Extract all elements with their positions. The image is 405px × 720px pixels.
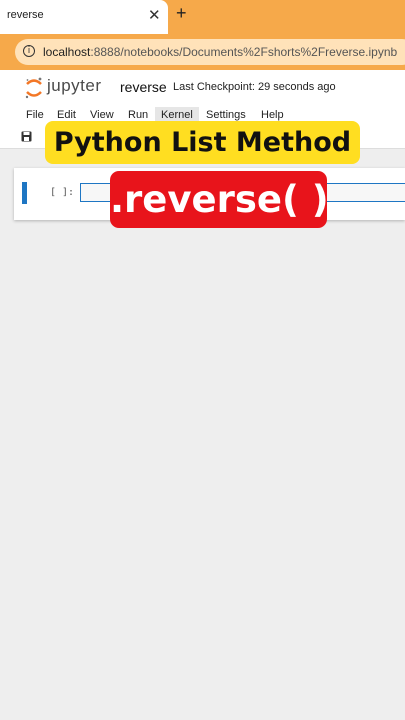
url-path: :8888/notebooks/Documents%2Fshorts%2Frev…: [90, 45, 398, 59]
active-cell-indicator: [22, 182, 27, 204]
cell-prompt: [ ]:: [50, 187, 75, 198]
menu-edit[interactable]: Edit: [57, 109, 76, 121]
notebook-area: [0, 149, 405, 720]
new-tab-button[interactable]: +: [176, 3, 187, 24]
url-host: localhost: [43, 45, 91, 59]
overlay-method: .reverse( ): [110, 171, 327, 228]
browser-tab[interactable]: reverse ✕: [0, 0, 168, 34]
browser-tab-bar: reverse ✕ +: [0, 0, 405, 34]
jupyter-logo-text: jupyter: [47, 76, 102, 95]
menu-view[interactable]: View: [90, 109, 114, 121]
menu-run[interactable]: Run: [128, 109, 148, 121]
notebook-name[interactable]: reverse: [120, 79, 167, 95]
tab-title: reverse: [7, 9, 44, 21]
close-icon[interactable]: ✕: [148, 6, 161, 24]
jupyter-header: jupyter reverse Last Checkpoint: 29 seco…: [0, 70, 405, 106]
address-bar: i localhost:8888/notebooks/Documents%2Fs…: [0, 34, 405, 70]
url-field[interactable]: i localhost:8888/notebooks/Documents%2Fs…: [15, 39, 405, 65]
menu-settings[interactable]: Settings: [206, 109, 246, 121]
url-text: localhost:8888/notebooks/Documents%2Fsho…: [43, 45, 397, 59]
overlay-title: Python List Method: [45, 121, 360, 164]
menu-help[interactable]: Help: [261, 109, 284, 121]
save-icon[interactable]: [21, 131, 32, 142]
menu-file[interactable]: File: [26, 109, 44, 121]
jupyter-logo-icon[interactable]: [24, 76, 44, 100]
info-icon[interactable]: i: [23, 45, 35, 57]
last-checkpoint: Last Checkpoint: 29 seconds ago: [173, 81, 336, 93]
